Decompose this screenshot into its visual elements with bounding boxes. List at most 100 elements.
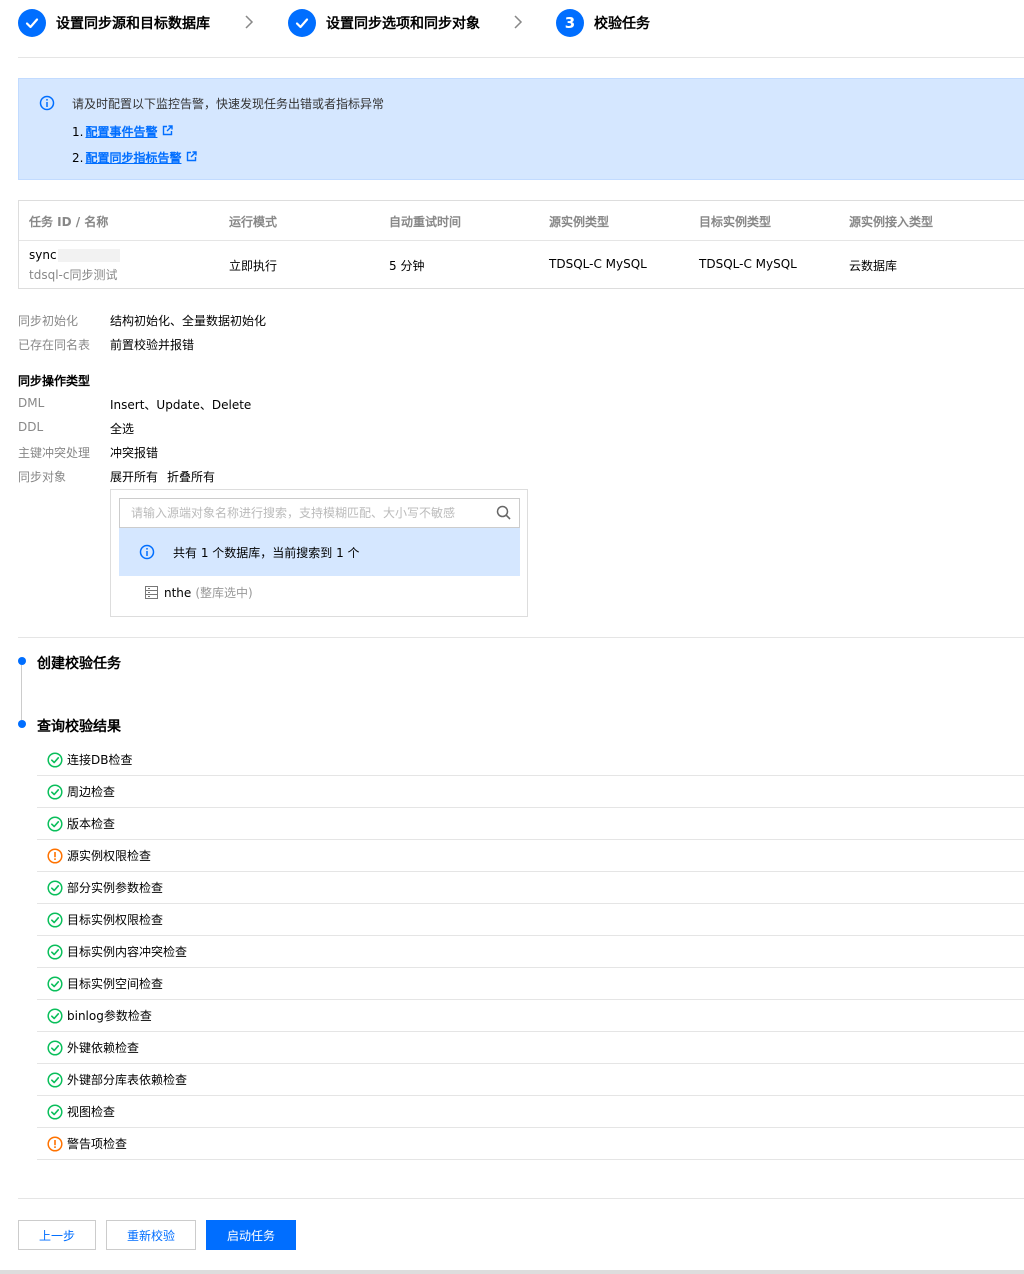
check-item-label: 外键部分库表依赖检查 (67, 1073, 188, 1087)
check-item: 部分实例参数检查 (37, 872, 1024, 904)
check-item: 视图检查 (37, 1096, 1024, 1128)
dml-value: Insert、Update、Delete (110, 398, 252, 412)
check-icon (18, 9, 46, 37)
monitor-alert: 请及时配置以下监控告警，快速发现任务出错或者指标异常 1. 配置事件告警 2. … (18, 78, 1024, 180)
task-table: 任务 ID / 名称 运行模式 自动重试时间 源实例类型 目标实例类型 源实例接… (18, 200, 1024, 289)
db-name: nthe (164, 585, 192, 600)
alert-link-index: 2. (72, 150, 84, 165)
col-access-type: 源实例接入类型 (849, 215, 934, 229)
check-circle-icon (47, 911, 63, 928)
table-header: 任务 ID / 名称 运行模式 自动重试时间 源实例类型 目标实例类型 源实例接… (19, 201, 1024, 241)
info-icon (139, 544, 155, 560)
stepper: 设置同步源和目标数据库 设置同步选项和同步对象 3 校验任务 (18, 0, 1024, 46)
prev-step-button[interactable]: 上一步 (18, 1220, 96, 1250)
step-1: 设置同步源和目标数据库 (18, 0, 210, 46)
check-item: 外键部分库表依赖检查 (37, 1064, 1024, 1096)
chevron-right-icon (210, 13, 288, 34)
expand-all-link[interactable]: 展开所有 (110, 468, 158, 485)
check-circle-icon (47, 815, 63, 832)
start-task-button[interactable]: 启动任务 (206, 1220, 296, 1250)
step-3-label: 校验任务 (594, 16, 650, 32)
alert-link-row-1: 1. 配置事件告警 (72, 123, 174, 140)
col-source-type: 源实例类型 (549, 215, 610, 229)
exist-label: 已存在同名表 (18, 338, 91, 352)
col-task-id: 任务 ID / 名称 (29, 215, 109, 229)
task-name: tdsql-c同步测试 (29, 268, 118, 282)
objects-label: 同步对象 (18, 470, 67, 484)
check-item-label: 目标实例内容冲突检查 (67, 945, 188, 959)
timeline-dot (18, 720, 26, 728)
check-item: 警告项检查 (37, 1128, 1024, 1160)
step-2: 设置同步选项和同步对象 (288, 0, 480, 46)
init-label: 同步初始化 (18, 314, 79, 328)
target-type: TDSQL-C MySQL (699, 257, 797, 271)
dml-row: DML Insert、Update、Delete (18, 396, 251, 413)
check-circle-icon (47, 879, 63, 896)
search-box (119, 498, 520, 528)
timeline-dot (18, 657, 26, 665)
external-link-icon[interactable] (162, 124, 174, 139)
alert-link-index: 1. (72, 124, 84, 139)
retry-time: 5 分钟 (389, 259, 425, 273)
step-3-number: 3 (556, 9, 584, 37)
masked-id (57, 249, 120, 262)
collapse-all-link[interactable]: 折叠所有 (167, 468, 215, 485)
external-link-icon[interactable] (186, 150, 198, 165)
search-input[interactable] (120, 499, 480, 527)
check-circle-icon (47, 1007, 63, 1024)
recheck-button[interactable]: 重新校验 (106, 1220, 196, 1250)
event-alarm-link[interactable]: 配置事件告警 (85, 123, 157, 140)
check-item: binlog参数检查 (37, 1000, 1024, 1032)
step-1-label: 设置同步源和目标数据库 (56, 16, 210, 32)
ddl-value: 全选 (110, 422, 135, 436)
check-circle-icon (47, 783, 63, 800)
check-circle-icon (47, 1071, 63, 1088)
check-circle-icon (47, 751, 63, 768)
check-item-label: 部分实例参数检查 (67, 881, 164, 895)
query-check-result-title: 查询校验结果 (37, 719, 121, 735)
check-item: 目标实例内容冲突检查 (37, 936, 1024, 968)
check-icon (288, 9, 316, 37)
check-item: 源实例权限检查 (37, 840, 1024, 872)
conflict-row: 主键冲突处理 冲突报错 (18, 444, 158, 461)
search-result-text: 共有 1 个数据库，当前搜索到 1 个 (173, 545, 360, 560)
step-3: 3 校验任务 (556, 0, 650, 46)
check-circle-icon (47, 1103, 63, 1120)
col-target-type: 目标实例类型 (699, 215, 772, 229)
check-item: 目标实例权限检查 (37, 904, 1024, 936)
objects-row: 同步对象 展开所有 折叠所有 (18, 468, 215, 485)
check-item-label: 连接DB检查 (67, 753, 133, 767)
warning-circle-icon (47, 1135, 63, 1152)
op-type-title: 同步操作类型 (18, 374, 91, 388)
check-item-label: 周边检查 (67, 785, 116, 799)
exist-value: 前置校验并报错 (110, 338, 195, 352)
init-row: 同步初始化 结构初始化、全量数据初始化 (18, 312, 266, 329)
check-item-label: 视图检查 (67, 1105, 116, 1119)
search-icon[interactable] (496, 505, 511, 523)
chevron-right-icon (480, 13, 556, 34)
check-item: 版本检查 (37, 808, 1024, 840)
db-note: (整库选中) (195, 586, 253, 600)
check-circle-icon (47, 943, 63, 960)
ddl-row: DDL 全选 (18, 420, 134, 437)
check-list: 连接DB检查 周边检查 版本检查 源实例权限检查 部分实例参数检查 目标实例权限检查 目标实… (37, 744, 1024, 1160)
search-result-info: 共有 1 个数据库，当前搜索到 1 个 (119, 528, 520, 576)
alert-message: 请及时配置以下监控告警，快速发现任务出错或者指标异常 (72, 97, 385, 111)
check-item-label: 外键依赖检查 (67, 1041, 140, 1055)
database-icon (145, 586, 158, 599)
check-item-label: 源实例权限检查 (67, 849, 152, 863)
create-check-task-title: 创建校验任务 (37, 656, 121, 672)
metric-alarm-link[interactable]: 配置同步指标告警 (85, 149, 181, 166)
task-id-cell: sync (29, 248, 120, 262)
task-id: sync (29, 248, 57, 262)
check-item: 周边检查 (37, 776, 1024, 808)
db-tree-item[interactable]: nthe (整库选中) (145, 584, 253, 601)
sync-objects-panel: 共有 1 个数据库，当前搜索到 1 个 nthe (整库选中) (110, 489, 528, 617)
conflict-value: 冲突报错 (110, 446, 159, 460)
source-type: TDSQL-C MySQL (549, 257, 647, 271)
exist-row: 已存在同名表 前置校验并报错 (18, 336, 194, 353)
conflict-label: 主键冲突处理 (18, 446, 91, 460)
check-item: 外键依赖检查 (37, 1032, 1024, 1064)
check-item: 目标实例空间检查 (37, 968, 1024, 1000)
timeline-line (21, 665, 22, 720)
